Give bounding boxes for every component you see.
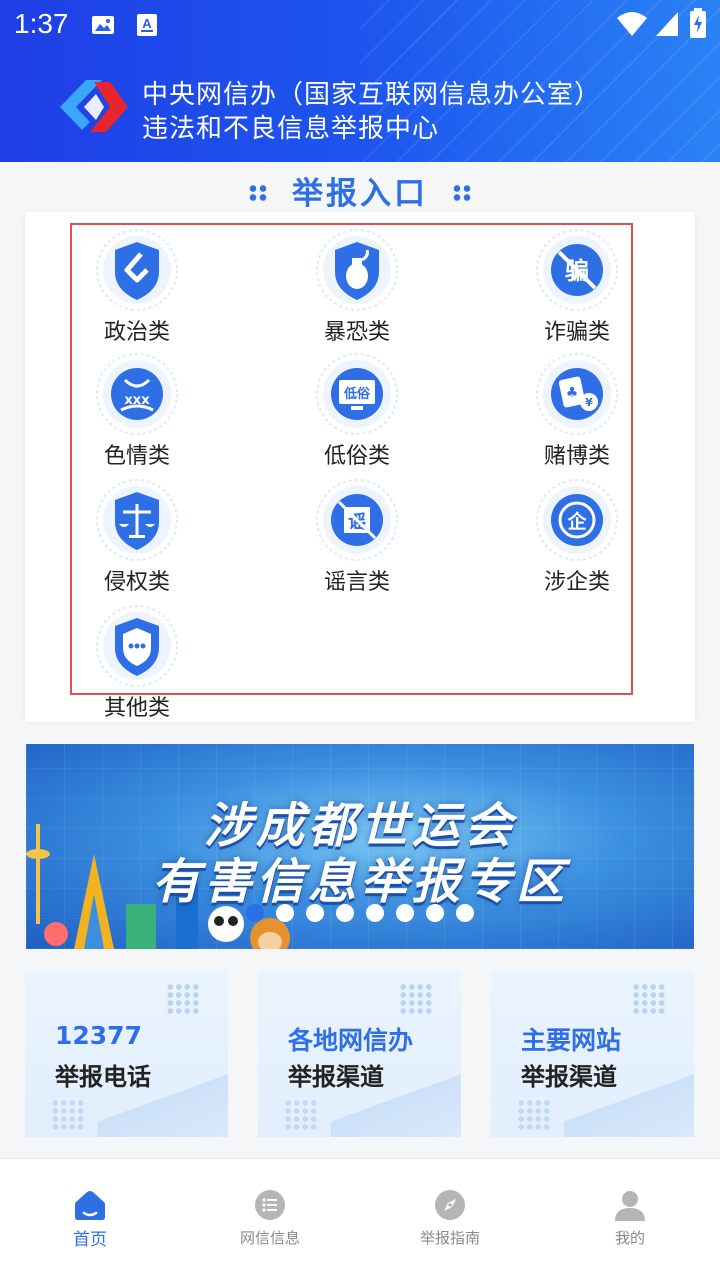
category-label: 赌博类	[543, 444, 610, 469]
category-label: 诈骗类	[543, 320, 610, 345]
chat-shield-icon	[96, 605, 178, 687]
pager-dot[interactable]	[426, 904, 444, 922]
list-icon	[255, 1190, 285, 1220]
app-header: 1:37 A 中央网信办（国家互联网信息办公室） 违法和不良信息举报中心	[0, 0, 720, 162]
hotline-channel-card[interactable]: 12377 举报电话	[25, 971, 228, 1137]
category-label: 涉企类	[543, 570, 610, 595]
category-label: 侵权类	[103, 570, 170, 595]
pager-dot[interactable]	[366, 904, 384, 922]
home-icon	[75, 1191, 105, 1220]
dots-pattern-icon	[632, 983, 666, 1015]
nav-home[interactable]: 首页	[0, 1159, 180, 1280]
dots-right-icon	[452, 183, 472, 202]
pager-dot[interactable]	[306, 904, 324, 922]
bottom-navigation: 首页 网信信息 举报指南 我的	[0, 1158, 720, 1280]
pager-dot[interactable]	[276, 904, 294, 922]
banner-carousel[interactable]: 涉成都世运会 有害信息举报专区	[26, 744, 694, 949]
wifi-icon	[617, 12, 647, 36]
channel-subtitle: 举报渠道	[521, 1063, 617, 1091]
status-bar: 1:37 A	[0, 0, 720, 50]
vulgar-monitor-icon: 低俗	[316, 353, 398, 435]
shield-s-icon	[96, 229, 178, 311]
pager-dot[interactable]	[336, 904, 354, 922]
nav-guide[interactable]: 举报指南	[360, 1159, 540, 1280]
pager-dot-active[interactable]	[246, 904, 264, 922]
dots-pattern-icon	[399, 983, 433, 1015]
nav-label: 我的	[614, 1229, 645, 1247]
category-other[interactable]: 其他类	[72, 604, 202, 724]
category-infringement[interactable]: 侵权类	[72, 478, 202, 598]
scales-shield-icon	[96, 479, 178, 561]
category-label: 低俗类	[323, 444, 390, 469]
nav-label: 举报指南	[419, 1229, 480, 1247]
nav-label: 首页	[73, 1230, 107, 1250]
banner-title-line2: 有害信息举报专区	[151, 854, 568, 910]
pager-dot[interactable]	[396, 904, 414, 922]
header-title-line1: 中央网信办（国家互联网信息办公室）	[142, 80, 602, 110]
enterprise-icon: 企	[536, 479, 618, 561]
dots-pattern-icon	[166, 983, 200, 1015]
category-gambling[interactable]: ♣ ¥ 赌博类	[512, 352, 642, 472]
svg-text:¥: ¥	[585, 396, 593, 409]
category-terror[interactable]: 暴恐类	[292, 228, 422, 348]
category-label: 其他类	[103, 696, 170, 721]
category-label: 政治类	[103, 320, 170, 345]
channel-title: 各地网信办	[288, 1026, 414, 1055]
section-title-text: 举报入口	[292, 176, 428, 212]
channel-title: 12377	[55, 1021, 142, 1050]
svg-text:♣: ♣	[566, 385, 579, 401]
category-porn[interactable]: xxx 色情类	[72, 352, 202, 472]
cac-logo-icon	[60, 80, 128, 132]
nav-label: 网信信息	[239, 1229, 300, 1247]
channel-subtitle: 举报渠道	[288, 1063, 384, 1091]
signal-icon	[656, 12, 678, 36]
grenade-shield-icon	[316, 229, 398, 311]
compass-icon	[435, 1190, 465, 1220]
nav-news[interactable]: 网信信息	[180, 1159, 360, 1280]
category-label: 暴恐类	[323, 320, 390, 345]
section-title: 举报入口	[0, 168, 720, 213]
dots-pattern-icon	[284, 1099, 318, 1131]
status-time: 1:37	[14, 8, 69, 39]
svg-text:低俗: 低俗	[343, 386, 371, 402]
gambling-card-icon: ♣ ¥	[536, 353, 618, 435]
banner-pager	[26, 904, 694, 924]
category-rumor[interactable]: 谣 谣言类	[292, 478, 422, 598]
category-vulgar[interactable]: 低俗 低俗类	[292, 352, 422, 472]
battery-icon	[690, 8, 706, 38]
local-cac-channel-card[interactable]: 各地网信办 举报渠道	[258, 971, 461, 1137]
nav-mine[interactable]: 我的	[540, 1159, 720, 1280]
category-political[interactable]: 政治类	[72, 228, 202, 348]
no-rumor-icon: 谣	[316, 479, 398, 561]
major-sites-channel-card[interactable]: 主要网站 举报渠道	[491, 971, 694, 1137]
adult-content-icon: xxx	[96, 353, 178, 435]
no-fraud-icon: 骗	[536, 229, 618, 311]
svg-text:企: 企	[566, 510, 587, 533]
category-enterprise[interactable]: 企 涉企类	[512, 478, 642, 598]
app-notification-icon: A	[137, 14, 157, 36]
svg-text:A: A	[142, 16, 152, 31]
header-title-line2: 违法和不良信息举报中心	[142, 114, 440, 144]
channel-subtitle: 举报电话	[55, 1063, 151, 1091]
channel-title: 主要网站	[521, 1026, 622, 1055]
dots-left-icon	[248, 183, 268, 202]
category-label: 谣言类	[323, 570, 390, 595]
pager-dot[interactable]	[456, 904, 474, 922]
user-icon	[615, 1191, 645, 1221]
gallery-notification-icon	[92, 16, 114, 34]
category-label: 色情类	[103, 444, 170, 469]
category-fraud[interactable]: 骗 诈骗类	[512, 228, 642, 348]
dots-pattern-icon	[51, 1099, 85, 1131]
dots-pattern-icon	[517, 1099, 551, 1131]
